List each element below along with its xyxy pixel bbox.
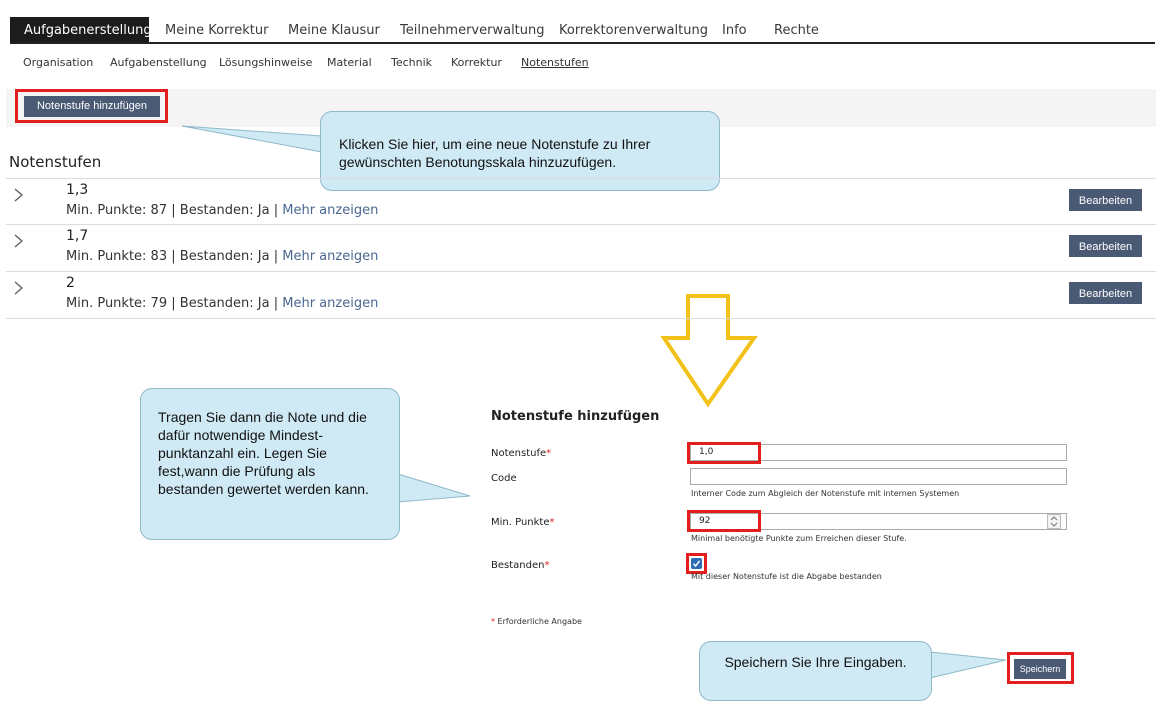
spinner-arrows-icon[interactable] [1047,514,1061,529]
form-title: Notenstufe hinzufügen [491,409,660,424]
separator: | [273,203,279,218]
grade-value: 1,7 [66,228,89,244]
passed-checkbox[interactable] [691,558,702,569]
callout-save-hint: Speichern Sie Ihre Eingaben. [699,641,932,701]
passed-field-label: Bestanden* [491,560,550,571]
grade-meta: Min. Punkte: 83 | Bestanden: Ja | Mehr a… [66,249,378,264]
list-item[interactable]: 1,7 Min. Punkte: 83 | Bestanden: Ja | Me… [6,224,1156,271]
edit-button[interactable]: Bearbeiten [1069,282,1142,304]
callout-enter-hint: Tragen Sie dann die Note und die dafür n… [140,388,400,540]
code-input[interactable] [690,468,1067,485]
separator: | [273,296,279,311]
grade-value: 1,3 [66,182,89,198]
separator: | [171,249,176,264]
grade-meta: Min. Punkte: 79 | Bestanden: Ja | Mehr a… [66,296,378,311]
edit-button[interactable]: Bearbeiten [1069,189,1142,211]
subtab-korrektur[interactable]: Korrektur [451,56,502,69]
tab-info[interactable]: Info [722,17,747,42]
passed-hint: Mit dieser Notenstufe ist die Abgabe bes… [691,572,882,581]
required-note: * Erforderliche Angabe [491,617,582,626]
grade-input[interactable]: 1,0 [690,444,1067,461]
grade-value: 2 [66,275,75,291]
separator: | [171,296,176,311]
grade-meta: Min. Punkte: 87 | Bestanden: Ja | Mehr a… [66,203,378,218]
subtab-aufgabenstellung[interactable]: Aufgabenstellung [110,56,207,69]
subtab-technik[interactable]: Technik [391,56,432,69]
show-more-link[interactable]: Mehr anzeigen [282,203,378,218]
min-points-text: Min. Punkte: 87 [66,203,168,218]
subtab-notenstufen[interactable]: Notenstufen [521,56,589,69]
save-button[interactable]: Speichern [1014,659,1066,679]
tab-meine-klausur[interactable]: Meine Klausur [288,17,380,42]
code-field-label: Code [491,473,517,484]
list-item[interactable]: 1,3 Min. Punkte: 87 | Bestanden: Ja | Me… [6,178,1156,225]
chevron-right-icon[interactable] [11,278,25,298]
list-item[interactable]: 2 Min. Punkte: 79 | Bestanden: Ja | Mehr… [6,271,1156,319]
subtab-loesungshinweise[interactable]: Lösungshinweise [219,56,312,69]
main-tab-bar: Aufgabenerstellung Meine Korrektur Meine… [10,17,1155,44]
chevron-right-icon[interactable] [11,185,25,205]
grade-field-label: Notenstufe* [491,448,552,459]
tab-meine-korrektur[interactable]: Meine Korrektur [165,17,268,42]
tab-aufgabenerstellung[interactable]: Aufgabenerstellung [10,17,152,42]
edit-button[interactable]: Bearbeiten [1069,235,1142,257]
enter-callout-pointer [397,473,471,503]
separator: | [171,203,176,218]
subtab-organisation[interactable]: Organisation [23,56,93,69]
add-grade-level-button[interactable]: Notenstufe hinzufügen [24,96,160,117]
min-points-input[interactable]: 92 [690,513,1067,530]
min-points-text: Min. Punkte: 79 [66,296,168,311]
code-hint: Interner Code zum Abgleich der Notenstuf… [691,489,960,498]
min-points-field-label: Min. Punkte* [491,517,555,528]
tab-teilnehmerverwaltung[interactable]: Teilnehmerverwaltung [400,17,545,42]
tab-rechte[interactable]: Rechte [774,17,819,42]
add-callout-pointer [181,125,323,153]
subtab-material[interactable]: Material [327,56,372,69]
show-more-link[interactable]: Mehr anzeigen [282,296,378,311]
checkmark-icon [692,560,701,568]
show-more-link[interactable]: Mehr anzeigen [282,249,378,264]
passed-text: Bestanden: Ja [179,203,270,218]
save-callout-pointer [929,651,1007,679]
passed-text: Bestanden: Ja [179,249,270,264]
grade-levels-heading: Notenstufen [9,153,102,171]
chevron-right-icon[interactable] [11,231,25,251]
passed-text: Bestanden: Ja [179,296,270,311]
separator: | [273,249,279,264]
tab-korrektorenverwaltung[interactable]: Korrektorenverwaltung [559,17,708,42]
min-points-text: Min. Punkte: 83 [66,249,168,264]
min-points-hint: Minimal benötigte Punkte zum Erreichen d… [691,534,907,543]
